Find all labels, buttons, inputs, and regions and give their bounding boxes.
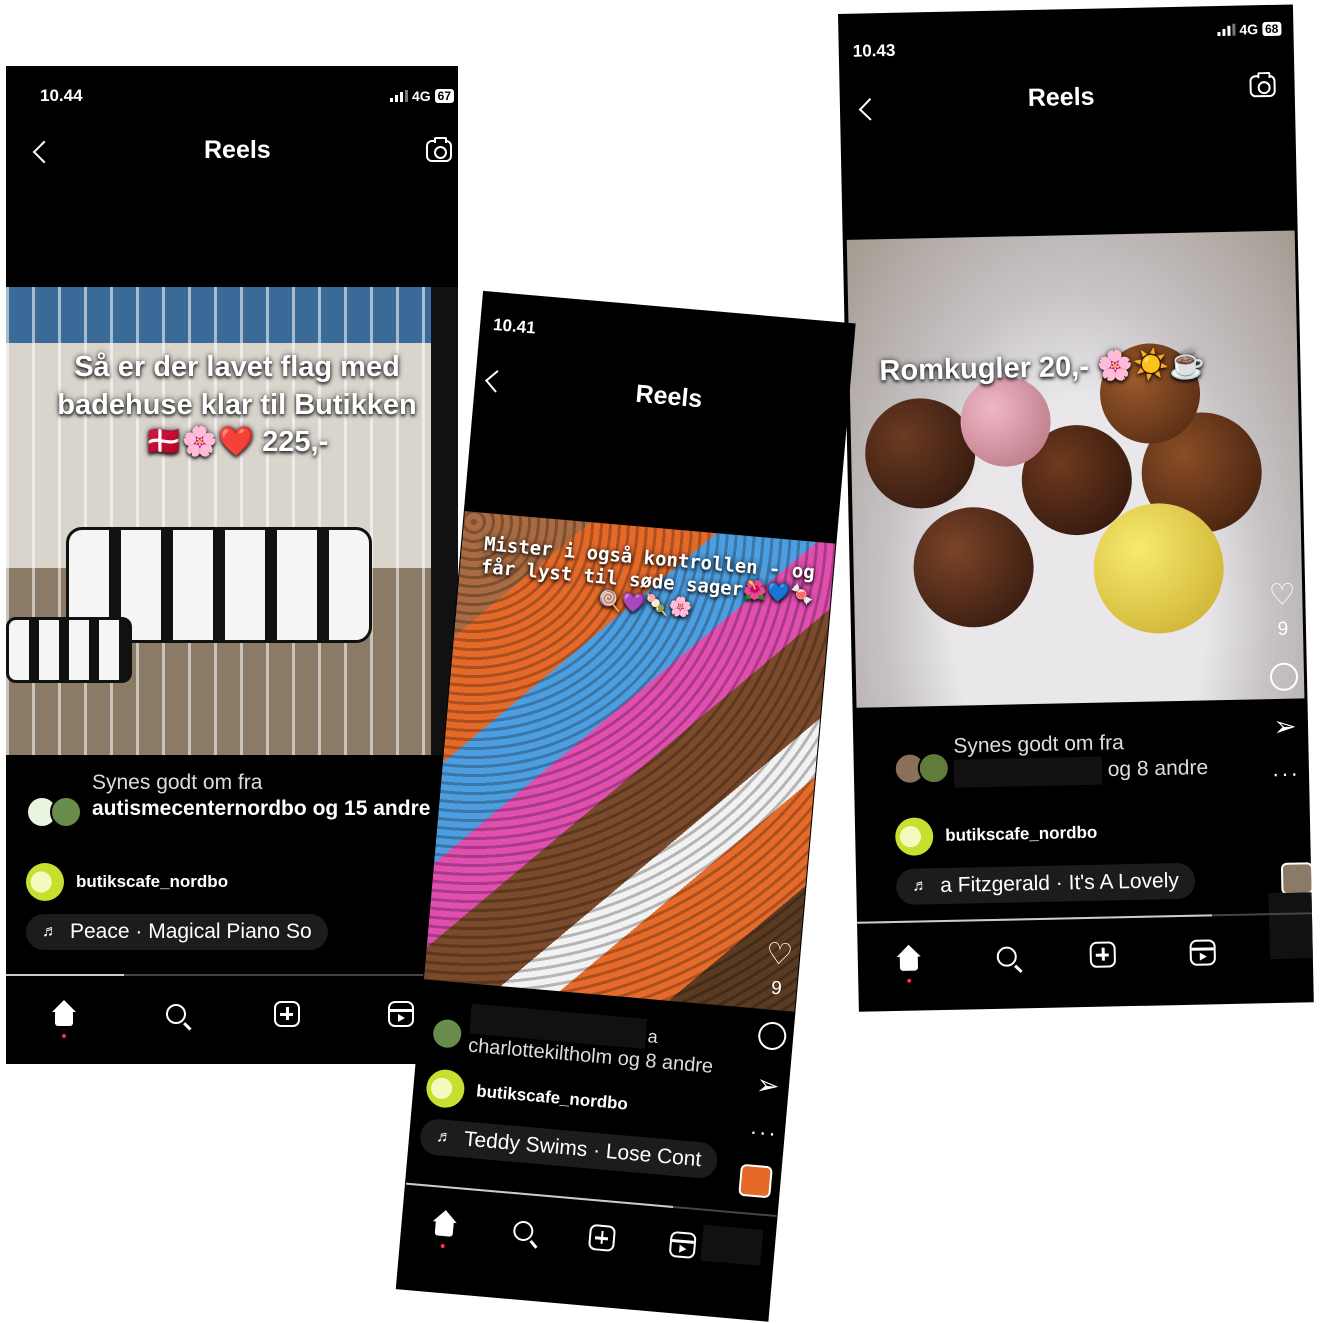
avatar[interactable]	[894, 817, 934, 856]
network-type: 4G	[1239, 21, 1259, 38]
audio-thumbnail[interactable]	[1280, 862, 1314, 895]
battery-icon: 67	[434, 89, 454, 103]
status-indicators: 4G 68	[1217, 21, 1282, 38]
reels-icon[interactable]	[388, 1001, 414, 1027]
account-row[interactable]: butikscafe_nordbo	[894, 814, 1098, 856]
page-title: Reels	[1027, 82, 1095, 113]
add-post-icon[interactable]	[587, 1223, 616, 1252]
liked-by-text[interactable]: Synes godt om fra autismecenternordbo og…	[92, 770, 432, 823]
phone-screenshot-3: 10.43 4G 68 Reels Romkugler 20,- 🌸☀️☕ ♡ …	[838, 4, 1314, 1012]
romkugle	[912, 506, 1035, 629]
liker-avatars	[26, 796, 82, 828]
username[interactable]: butikscafe_nordbo	[945, 823, 1097, 846]
liked-by-text[interactable]: a	[647, 1025, 659, 1048]
music-title: a Fitzgerald · It's A Lovely	[940, 869, 1180, 898]
bottom-nav	[401, 1201, 725, 1269]
status-indicators: 4G 67	[389, 88, 454, 104]
badehus-model	[6, 617, 132, 683]
share-icon[interactable]: ➢	[1273, 711, 1297, 742]
bottom-nav	[6, 994, 458, 1038]
home-icon	[894, 944, 923, 973]
avatar[interactable]	[26, 863, 64, 901]
home-icon	[429, 1209, 459, 1239]
liker-avatars	[429, 1016, 465, 1051]
add-post-icon[interactable]	[274, 1001, 300, 1027]
notification-dot	[440, 1243, 445, 1249]
status-time: 10.44	[40, 86, 83, 105]
nav-home[interactable]	[894, 944, 923, 983]
liker-avatars	[893, 751, 951, 785]
music-title: Peace · Magical Piano So	[70, 920, 312, 943]
account-row[interactable]: butikscafe_nordbo	[424, 1068, 630, 1123]
notification-dot	[907, 978, 912, 983]
nav-home[interactable]	[429, 1209, 459, 1249]
liked-by-text[interactable]: Synes godt om fra og 8 andre	[953, 727, 1254, 788]
redacted-profile	[1268, 892, 1314, 960]
account-row[interactable]: butikscafe_nordbo	[26, 863, 228, 901]
music-pill[interactable]: ♬ a Fitzgerald · It's A Lovely	[895, 862, 1196, 905]
like-count: 9	[1277, 618, 1289, 640]
camera-icon[interactable]	[1249, 74, 1276, 98]
username[interactable]: butikscafe_nordbo	[475, 1081, 629, 1114]
search-icon[interactable]	[166, 1004, 186, 1024]
video-progress-bar[interactable]	[6, 974, 458, 976]
home-icon	[50, 1000, 78, 1028]
music-note-icon: ♬	[435, 1128, 453, 1147]
reels-icon[interactable]	[1189, 939, 1217, 966]
nav-home[interactable]	[50, 1000, 78, 1038]
camera-icon[interactable]	[426, 137, 452, 162]
search-icon[interactable]	[512, 1220, 535, 1242]
add-post-icon[interactable]	[1089, 941, 1117, 968]
phone-screenshot-1: 10.44 4G 67 Reels Så er der lavet flag m…	[6, 66, 458, 1064]
redacted-username	[953, 756, 1103, 788]
battery-icon: 68	[1261, 21, 1282, 37]
romkugle	[1092, 502, 1226, 635]
share-icon[interactable]: ➢	[755, 1069, 781, 1102]
status-time: 10.43	[852, 40, 896, 61]
reel-video[interactable]: Romkugler 20,- 🌸☀️☕	[846, 230, 1305, 708]
username[interactable]: butikscafe_nordbo	[76, 872, 228, 892]
like-heart-icon[interactable]: ♡	[1268, 579, 1296, 613]
reel-video[interactable]: Så er der lavet flag med badehuse klar t…	[6, 287, 458, 755]
comment-icon[interactable]	[757, 1020, 788, 1052]
music-pill[interactable]: ♬ Peace · Magical Piano So	[26, 914, 328, 950]
reels-icon[interactable]	[668, 1230, 698, 1260]
back-icon[interactable]	[32, 140, 56, 164]
avatar[interactable]	[424, 1068, 467, 1110]
signal-icon	[1217, 23, 1236, 37]
phone-screenshot-2: 10.41 Reels Mister i også kontrollen - o…	[396, 292, 855, 1321]
page-title: Reels	[204, 136, 271, 164]
status-time: 10.41	[492, 314, 537, 338]
romkugle	[864, 397, 977, 510]
music-note-icon: ♬	[42, 923, 58, 940]
reel-caption-overlay: Mister i også kontrollen - og får lyst t…	[480, 533, 816, 619]
music-pill[interactable]: ♬ Teddy Swims · Lose Cont	[418, 1117, 719, 1180]
video-progress-bar[interactable]	[857, 912, 1312, 924]
more-options-icon[interactable]: ···	[749, 1118, 779, 1145]
comment-icon[interactable]	[1269, 662, 1299, 692]
music-title: Teddy Swims · Lose Cont	[463, 1127, 703, 1172]
like-heart-icon[interactable]: ♡	[765, 937, 795, 972]
reel-video[interactable]: Mister i også kontrollen - og får lyst t…	[423, 511, 836, 1012]
bottom-nav	[857, 932, 1253, 983]
network-type: 4G	[411, 88, 431, 104]
music-note-icon: ♬	[912, 877, 929, 895]
search-icon[interactable]	[996, 946, 1017, 967]
more-options-icon[interactable]: ···	[1272, 760, 1301, 786]
back-icon[interactable]	[858, 98, 882, 121]
notification-dot	[62, 1034, 66, 1038]
page-title: Reels	[634, 379, 704, 414]
reel-actions: ♡ 9 ➢ ···	[1268, 579, 1301, 787]
reel-caption-overlay: Så er der lavet flag med badehuse klar t…	[57, 351, 417, 459]
signal-icon	[389, 90, 408, 102]
like-count: 9	[770, 977, 783, 1000]
back-icon[interactable]	[484, 370, 508, 393]
reel-caption-overlay: Romkugler 20,- 🌸☀️☕	[879, 348, 1206, 388]
audio-thumbnail[interactable]	[738, 1163, 773, 1199]
